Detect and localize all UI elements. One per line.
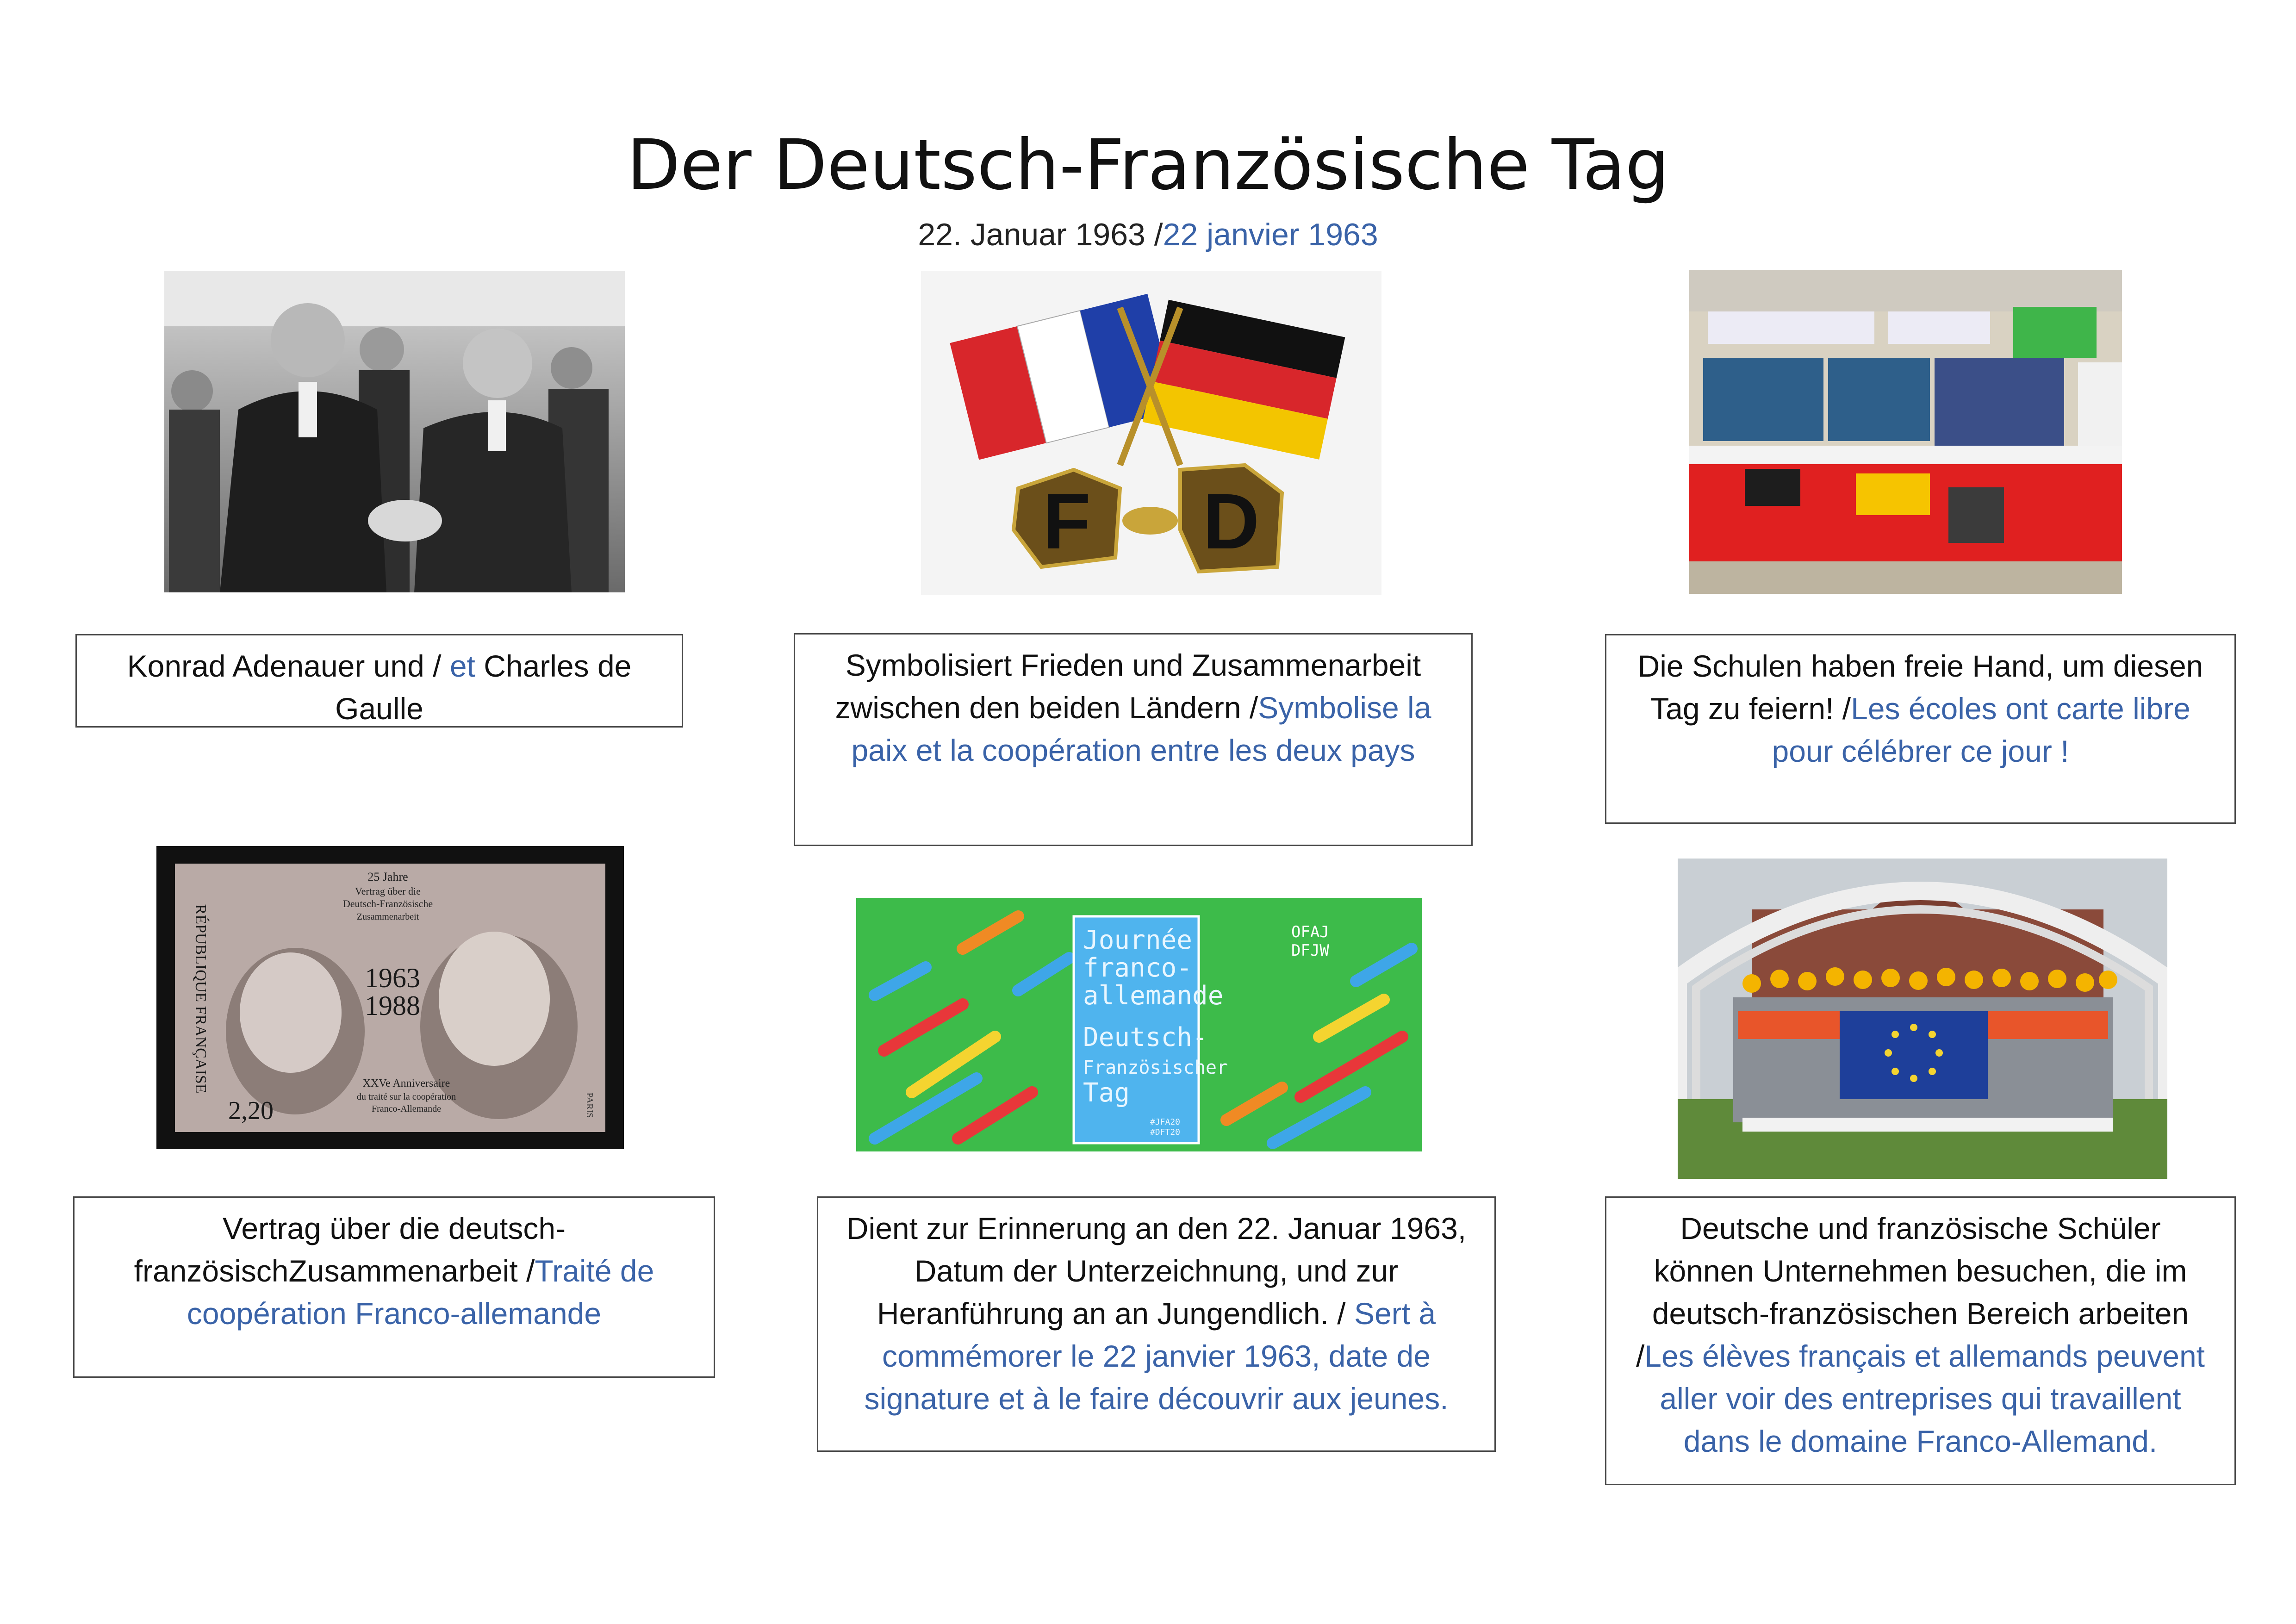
banner-tag-2: #DFT20 (1150, 1127, 1180, 1137)
caption-6-fr: Les élèves français et allemands peuvent… (1644, 1339, 2205, 1458)
caption-treaty: Vertrag über die deutsch-französischZusa… (73, 1196, 715, 1378)
caption-commemoration: Dient zur Erinnerung an den 22. Januar 1… (817, 1196, 1496, 1452)
caption-4-de: Vertrag über die deutsch-französischZusa… (134, 1211, 566, 1288)
stamp-line-3: Deutsch-Französische (343, 898, 433, 909)
pin-letter-f: F (1043, 478, 1091, 566)
journee-banner: Journée franco- allemande Deutsch- Franz… (856, 898, 1422, 1151)
banner-word-3: allemande (1083, 981, 1223, 1011)
banner-word-2: franco- (1083, 953, 1192, 983)
stamp-country: RÉPUBLIQUE FRANÇAISE (192, 904, 209, 1094)
banner-word-6: Tag (1083, 1078, 1130, 1108)
treaty-stamp: RÉPUBLIQUE FRANÇAISE 25 Jahre Vertrag üb… (156, 846, 624, 1149)
caption-1-de: Konrad Adenauer und / (127, 649, 450, 683)
stamp-line-9: Franco-Allemande (372, 1104, 441, 1114)
leaders-photo (164, 271, 625, 592)
stamp-line-2: Vertrag über die (355, 885, 421, 897)
stamp-value: 2,20 (228, 1096, 274, 1125)
students-photo (1678, 859, 2167, 1179)
stamp-line-4: Zusammenarbeit (357, 912, 419, 922)
page-title: Der Deutsch-Französische Tag (627, 125, 1669, 205)
date-french: 22 janvier 1963 (1163, 217, 1378, 252)
stamp-line-8: du traité sur la coopération (357, 1092, 456, 1102)
caption-schools: Die Schulen haben freie Hand, um diesen … (1605, 634, 2236, 824)
page-subtitle: 22. Januar 1963 /22 janvier 1963 (0, 217, 2296, 253)
stamp-line-7: XXVe Anniversaire (363, 1077, 450, 1089)
stamp-year-1988: 1988 (365, 990, 420, 1021)
caption-1-fr: et (449, 649, 475, 683)
caption-company-visits: Deutsche und französische Schüler können… (1605, 1196, 2236, 1485)
caption-adenauer-de-gaulle: Konrad Adenauer und / et Charles de Gaul… (75, 634, 683, 728)
flags-pin-image: F D (921, 271, 1381, 595)
banner-logo-dfjw: DFJW (1291, 941, 1329, 960)
banner-logo-ofaj: OFAJ (1291, 923, 1329, 941)
stamp-year-1963: 1963 (365, 963, 420, 993)
banner-word-5: Französischer (1083, 1057, 1228, 1078)
date-german: 22. Januar 1963 / (918, 217, 1163, 252)
pin-letter-d: D (1203, 478, 1260, 566)
banner-word-1: Journée (1083, 925, 1192, 955)
school-exhibit-photo (1689, 270, 2122, 594)
caption-symbol-peace: Symbolisiert Frieden und Zusammenarbeit … (794, 633, 1473, 846)
banner-tag-1: #JFA20 (1150, 1117, 1180, 1127)
stamp-engraver: PARIS (585, 1093, 595, 1118)
banner-word-4: Deutsch- (1083, 1022, 1208, 1052)
stamp-line-1: 25 Jahre (367, 870, 408, 884)
